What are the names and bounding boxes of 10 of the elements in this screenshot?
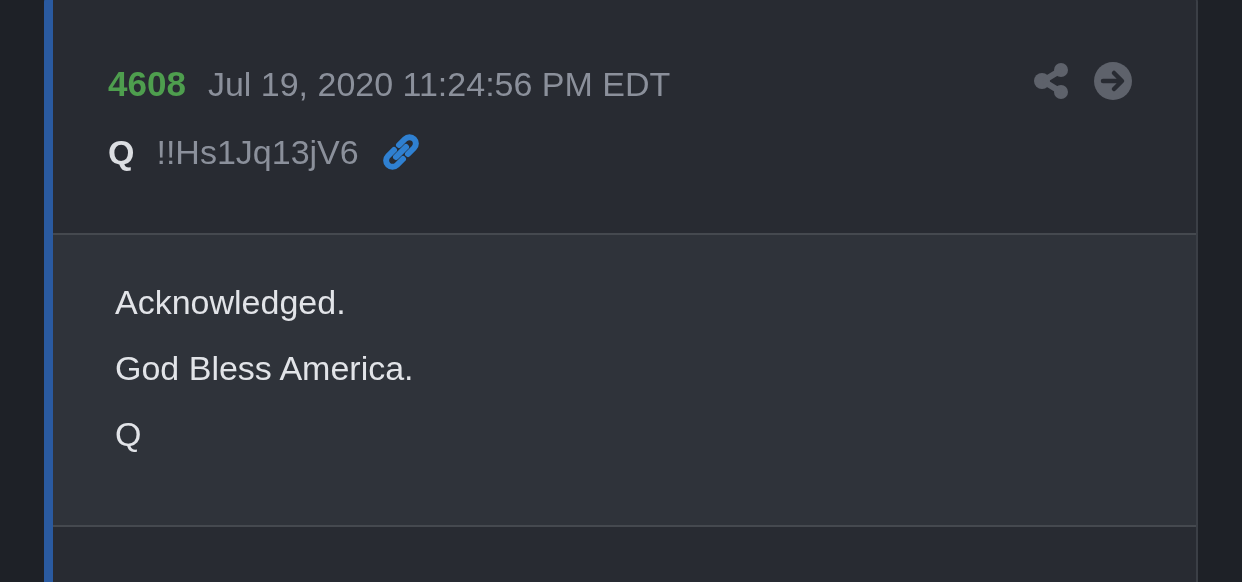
- link-icon[interactable]: [380, 133, 421, 171]
- message-line: God Bless America.: [115, 348, 415, 389]
- share-icon[interactable]: [1034, 62, 1070, 100]
- arrow-right-icon[interactable]: [1094, 62, 1132, 100]
- message-line: Acknowledged.: [115, 282, 347, 323]
- tripcode: !!Hs1Jq13jV6: [156, 132, 359, 172]
- post-number[interactable]: 4608: [108, 64, 186, 104]
- message-line: Q: [115, 414, 143, 455]
- author-name: Q: [108, 132, 135, 172]
- post-timestamp: Jul 19, 2020 11:24:56 PM EDT: [207, 64, 671, 104]
